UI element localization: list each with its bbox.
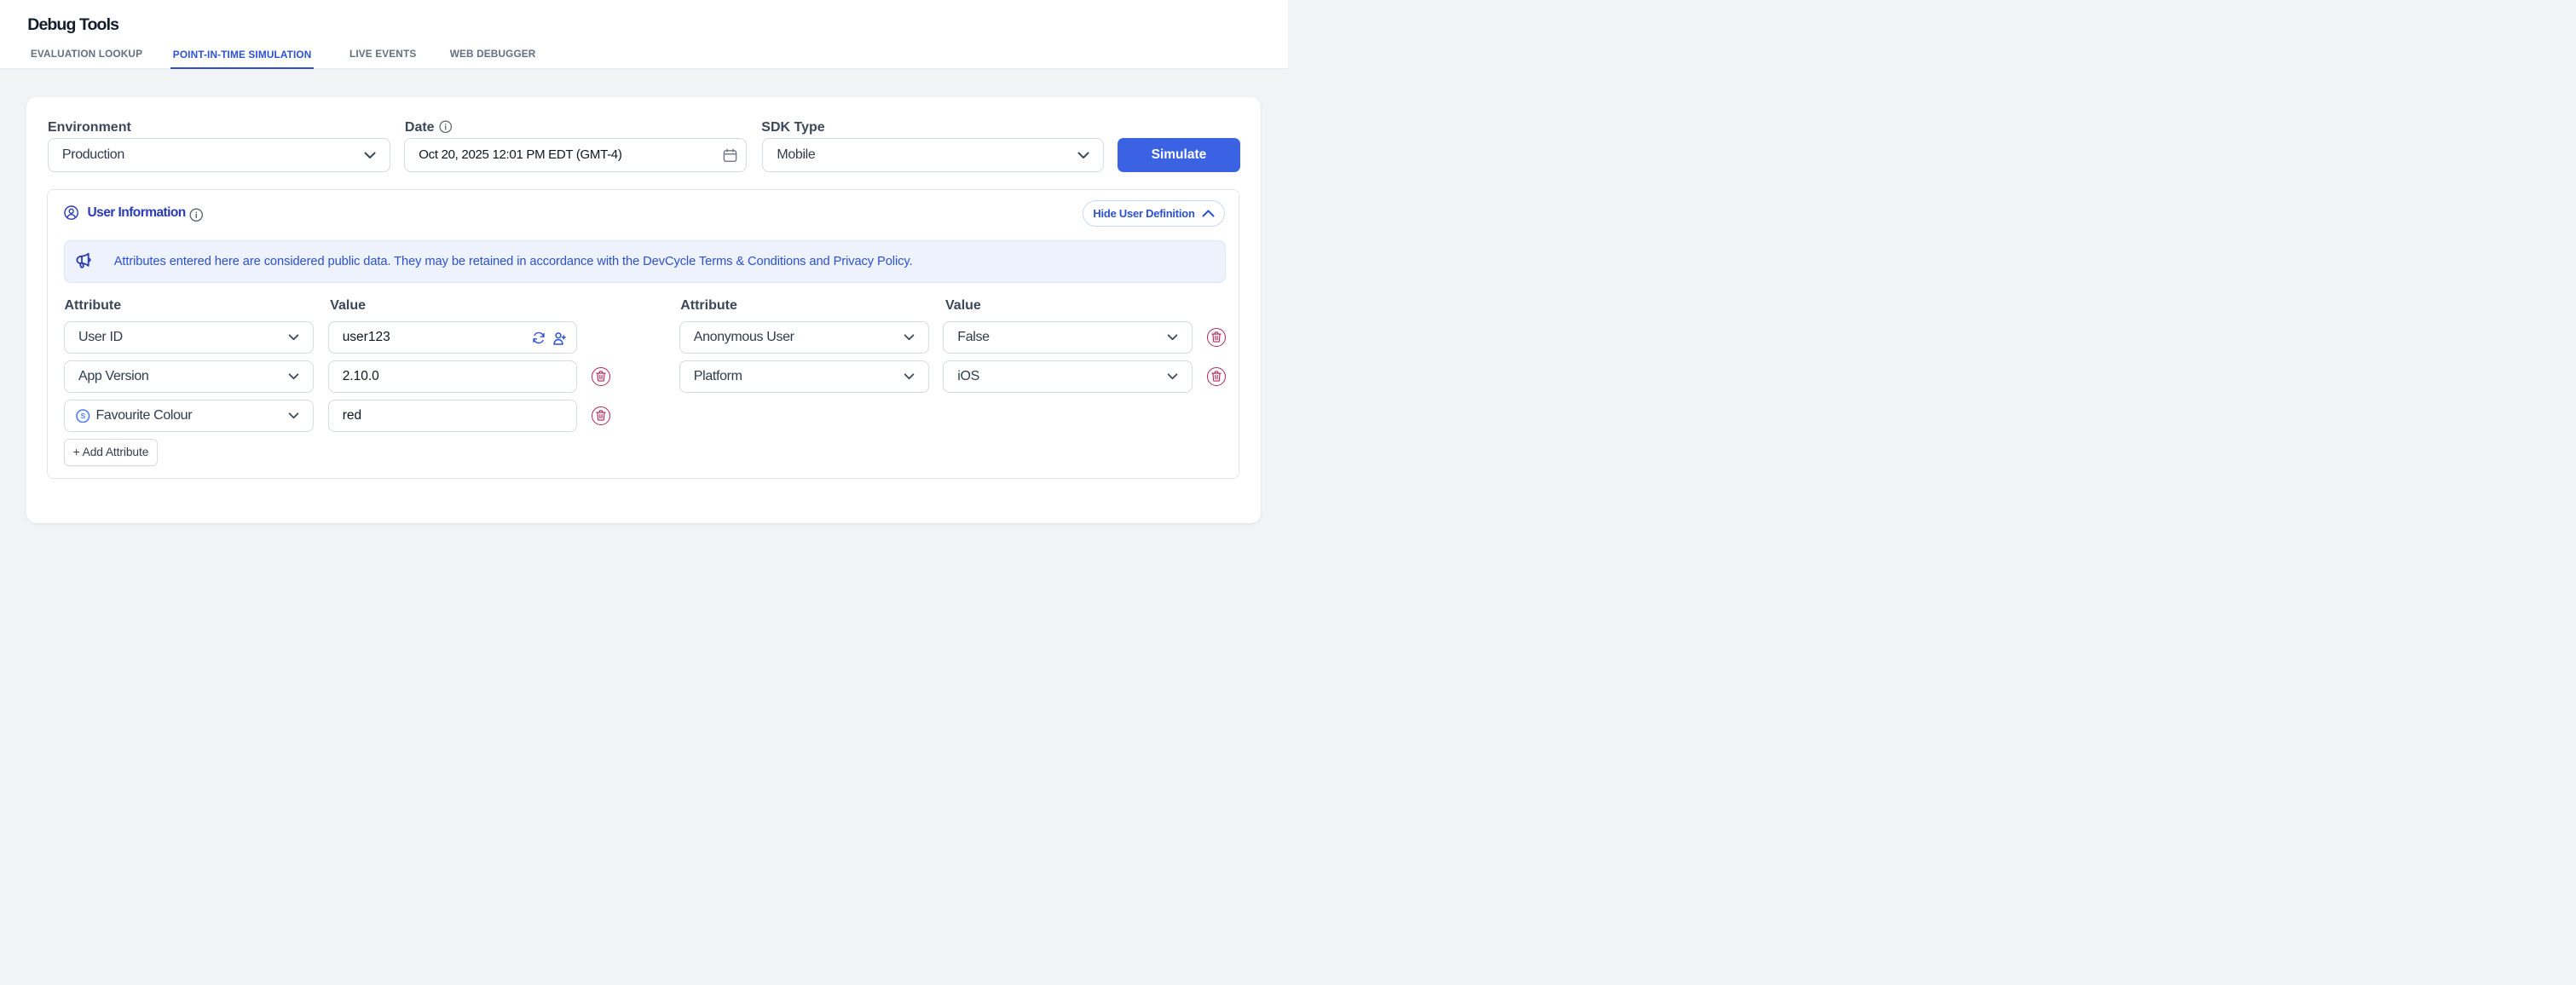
svg-text:S: S [81,412,86,420]
